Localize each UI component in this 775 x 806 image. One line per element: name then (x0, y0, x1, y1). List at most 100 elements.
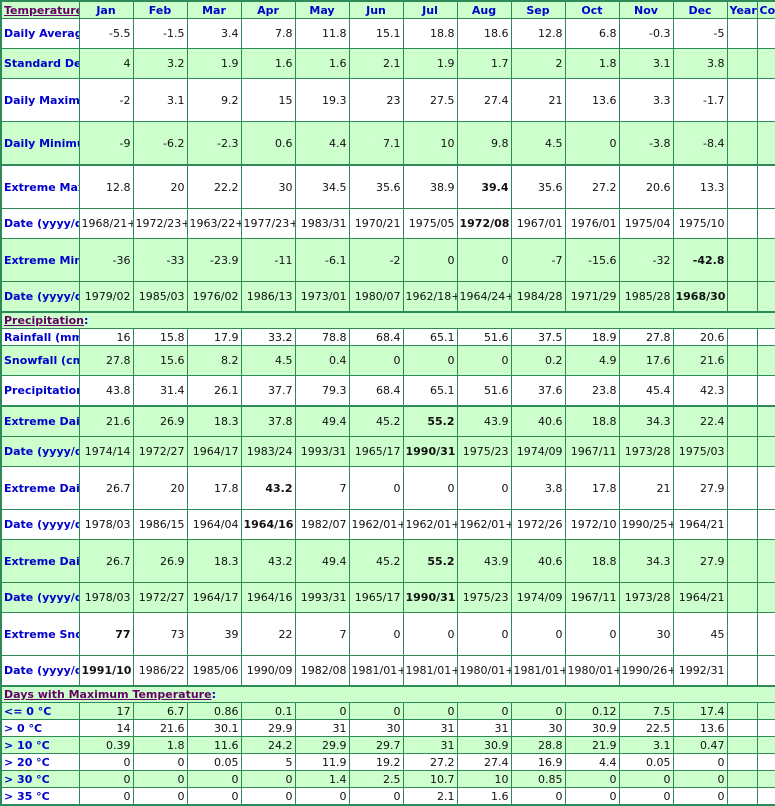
cell-oct: 17.8 (564, 466, 620, 510)
cell-may: 29.9 (294, 736, 350, 754)
cell-code: C (756, 770, 775, 788)
cell-dec: 13.3 (672, 164, 728, 209)
row-label: Snowfall (cm) (0, 345, 80, 376)
row-label: Date (yyyy/dd) (0, 208, 80, 239)
cell-aug: 0 (456, 345, 512, 376)
cell-year (726, 466, 758, 510)
cell-oct: 0.12 (564, 702, 620, 720)
section-row-precipitation: Precipitation: (0, 311, 775, 329)
row-label: Extreme Daily Rainfall (mm) (0, 405, 80, 437)
month-header: Apr (240, 0, 296, 19)
cell-jul: 65.1 (402, 328, 458, 346)
cell-mar: 1964/17 (186, 582, 242, 613)
cell-jan: 0 (78, 753, 134, 771)
precipitation-link[interactable]: Precipitation (4, 314, 84, 327)
cell-apr: 43.2 (240, 539, 296, 583)
cell-code (756, 238, 775, 282)
month-header: Jun (348, 0, 404, 19)
cell-dec: 22.4 (672, 405, 728, 437)
cell-dec: 1975/10 (672, 208, 728, 239)
table-row: Daily Minimum (°C)-9-6.2-2.30.64.47.1109… (0, 121, 775, 166)
cell-year (726, 539, 758, 583)
cell-code: C (756, 702, 775, 720)
cell-sep: 0 (510, 702, 566, 720)
cell-apr: 0 (240, 787, 296, 806)
cell-jan: 0 (78, 787, 134, 806)
cell-apr: 5 (240, 753, 296, 771)
cell-sep: -7 (510, 238, 566, 282)
row-label: > 0 °C (0, 719, 80, 737)
cell-code: C (756, 78, 775, 122)
cell-jun: 0 (348, 787, 404, 806)
cell-jan: 0 (78, 770, 134, 788)
cell-jun: 35.6 (348, 164, 404, 209)
cell-feb: 1.8 (132, 736, 188, 754)
cell-feb: 1986/15 (132, 509, 188, 540)
cell-dec: 42.3 (672, 375, 728, 407)
cell-jun: 45.2 (348, 539, 404, 583)
cell-jan: 21.6 (78, 405, 134, 437)
cell-nov: 1975/04 (618, 208, 674, 239)
cell-dec: 0 (672, 770, 728, 788)
cell-apr: 22 (240, 612, 296, 656)
cell-oct: 1972/10 (564, 509, 620, 540)
cell-sep: 37.5 (510, 328, 566, 346)
cell-code: C (756, 736, 775, 754)
cell-may: 34.5 (294, 164, 350, 209)
days-max-temp-link[interactable]: Days with Maximum Temperature (4, 688, 212, 701)
cell-oct: 0 (564, 770, 620, 788)
cell-may: 78.8 (294, 328, 350, 346)
cell-feb: 15.6 (132, 345, 188, 376)
cell-may: 0 (294, 787, 350, 806)
cell-aug: 27.4 (456, 753, 512, 771)
cell-aug: 43.9 (456, 539, 512, 583)
cell-dec: 1968/30 (672, 281, 728, 313)
cell-may: 1973/01 (294, 281, 350, 313)
cell-aug: 1964/24+ (456, 281, 512, 313)
cell-aug: 31 (456, 719, 512, 737)
cell-feb: 0 (132, 770, 188, 788)
section-header: Days with Maximum Temperature: (0, 685, 775, 703)
cell-oct: 21.9 (564, 736, 620, 754)
temperature-link[interactable]: Temperature (4, 4, 78, 17)
table-row: Extreme Daily Rainfall (mm)21.626.918.33… (0, 405, 775, 437)
cell-aug: 0 (456, 238, 512, 282)
cell-oct: 0 (564, 787, 620, 806)
row-label: > 10 °C (0, 736, 80, 754)
cell-may: 1993/31 (294, 436, 350, 467)
cell-code (756, 164, 775, 209)
cell-aug: 10 (456, 770, 512, 788)
cell-aug: 9.8 (456, 121, 512, 166)
cell-feb: 1985/03 (132, 281, 188, 313)
cell-aug: 0 (456, 466, 512, 510)
table-row: Date (yyyy/dd)1968/21+1972/23+1963/22+19… (0, 208, 775, 239)
cell-sep: 1972/26 (510, 509, 566, 540)
cell-year (726, 787, 758, 806)
cell-jul: 27.5 (402, 78, 458, 122)
cell-nov: -32 (618, 238, 674, 282)
cell-dec: 27.9 (672, 539, 728, 583)
cell-mar: 1964/17 (186, 436, 242, 467)
cell-year (726, 702, 758, 720)
cell-mar: 1976/02 (186, 281, 242, 313)
cell-jun: 0 (348, 612, 404, 656)
table-row: Date (yyyy/dd)1979/021985/031976/021986/… (0, 281, 775, 313)
cell-code (756, 655, 775, 687)
cell-mar: -23.9 (186, 238, 242, 282)
cell-code (756, 466, 775, 510)
cell-apr: 0.6 (240, 121, 296, 166)
cell-feb: 0 (132, 753, 188, 771)
cell-apr: 29.9 (240, 719, 296, 737)
cell-nov: -0.3 (618, 18, 674, 49)
cell-feb: 3.2 (132, 48, 188, 79)
cell-jul: 1990/31 (402, 582, 458, 613)
cell-jun: 68.4 (348, 375, 404, 407)
cell-sep: 37.6 (510, 375, 566, 407)
cell-dec: 3.8 (672, 48, 728, 79)
cell-jun: 2.5 (348, 770, 404, 788)
cell-jul: 55.2 (402, 405, 458, 437)
cell-feb: 6.7 (132, 702, 188, 720)
cell-jan: 26.7 (78, 539, 134, 583)
cell-feb: 1972/23+ (132, 208, 188, 239)
cell-oct: 0 (564, 612, 620, 656)
